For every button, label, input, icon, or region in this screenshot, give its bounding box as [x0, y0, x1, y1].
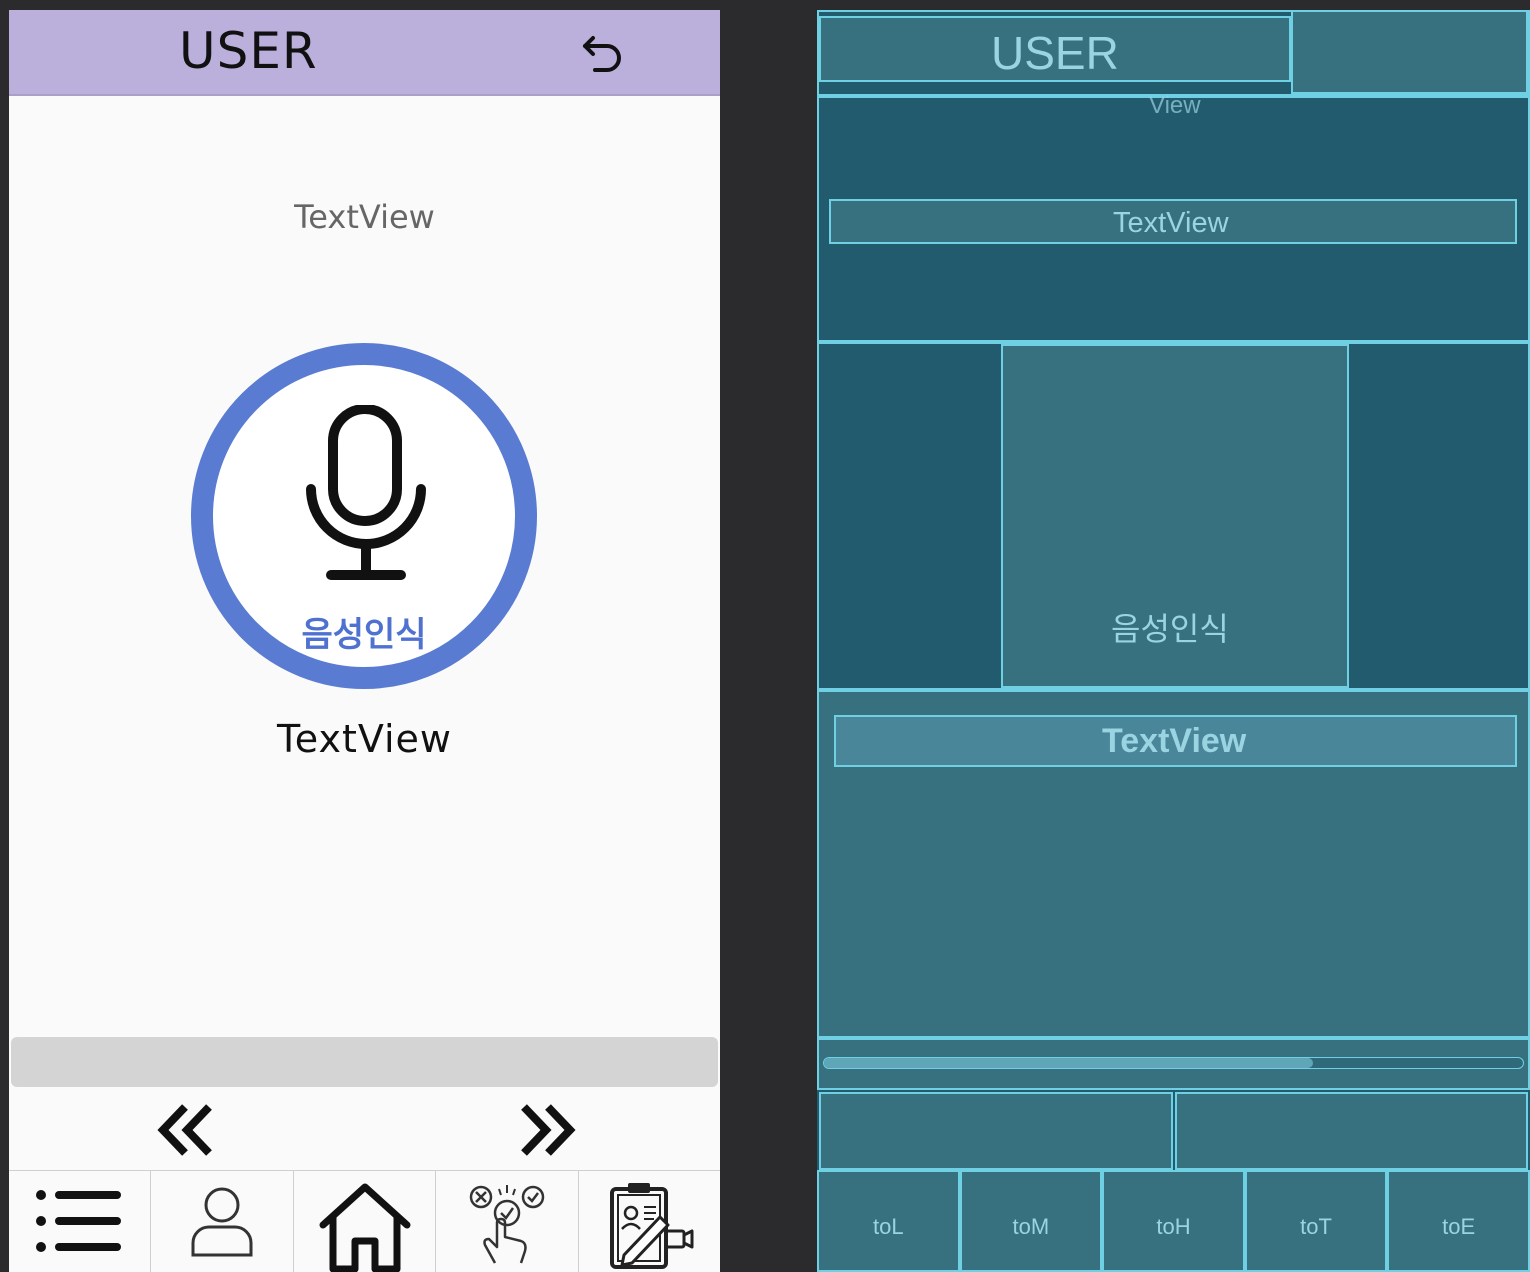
bp-header-title: USER [991, 27, 1119, 79]
bp-nav-item-label: toH [1156, 1214, 1191, 1239]
microphone-icon [306, 405, 426, 580]
nav-item-user[interactable] [151, 1171, 294, 1272]
app-header: USER [9, 10, 720, 96]
nav-item-home[interactable] [294, 1171, 437, 1272]
user-icon [191, 1187, 253, 1257]
bp-nav-item-label: toT [1300, 1214, 1332, 1239]
bp-header-title-box[interactable]: USER [819, 16, 1291, 82]
bp-result-textview-label: TextView [1102, 722, 1247, 760]
voice-recognition-button[interactable]: 음성인식 [191, 343, 537, 689]
bp-top-textview-label: TextView [1113, 207, 1229, 239]
top-textview: TextView [294, 198, 435, 236]
blueprint-view: USER View TextView 음성인식 TextView toL toM t… [817, 10, 1530, 1272]
bp-nav-item-label: toE [1442, 1214, 1476, 1239]
bp-top-textview: TextView [829, 199, 1517, 244]
bp-next-button-box[interactable] [1175, 1092, 1528, 1170]
bp-nav-item-toM[interactable]: toM [959, 1170, 1103, 1272]
bp-nav-item-toT[interactable]: toT [1244, 1170, 1388, 1272]
list-icon [35, 1190, 121, 1252]
bp-nav-item-toH[interactable]: toH [1102, 1170, 1245, 1272]
result-textview: TextView [276, 717, 453, 761]
bp-progress-fill [824, 1058, 1314, 1068]
undo-arrow-icon[interactable] [577, 28, 627, 78]
nav-item-list[interactable] [9, 1171, 152, 1272]
bp-mic-button-box[interactable]: 음성인식 [1001, 344, 1349, 688]
bp-nav-item-label: toL [873, 1214, 904, 1239]
double-chevron-right-icon[interactable] [504, 1095, 584, 1165]
voice-recognition-label: 음성인식 [301, 615, 427, 655]
progress-bar [11, 1037, 718, 1087]
bp-result-textview: TextView [834, 715, 1517, 767]
bp-bottom-navigation: toL toM toH toT toE [817, 1170, 1530, 1272]
double-chevron-left-icon[interactable] [149, 1095, 229, 1165]
header-title: USER [179, 22, 318, 80]
bp-back-button-box[interactable] [1291, 10, 1528, 94]
nav-item-clipboard-video[interactable] [579, 1171, 720, 1272]
bp-nav-item-toE[interactable]: toE [1387, 1170, 1530, 1272]
home-icon [319, 1183, 411, 1272]
bp-progress-track [823, 1057, 1524, 1069]
touch-check-icon [469, 1185, 545, 1264]
bp-nav-item-label: toM [1012, 1214, 1050, 1239]
nav-item-touch-check[interactable] [436, 1171, 579, 1272]
bottom-navigation [9, 1170, 720, 1272]
clipboard-video-icon [610, 1183, 694, 1269]
bp-mic-label: 음성인식 [1111, 611, 1229, 647]
bp-view-label: View [1149, 92, 1201, 119]
bp-nav-item-toL[interactable]: toL [817, 1170, 960, 1272]
design-preview: USER TextView 음성인식 TextView [9, 10, 720, 1272]
bp-prev-button-box[interactable] [819, 1092, 1173, 1170]
